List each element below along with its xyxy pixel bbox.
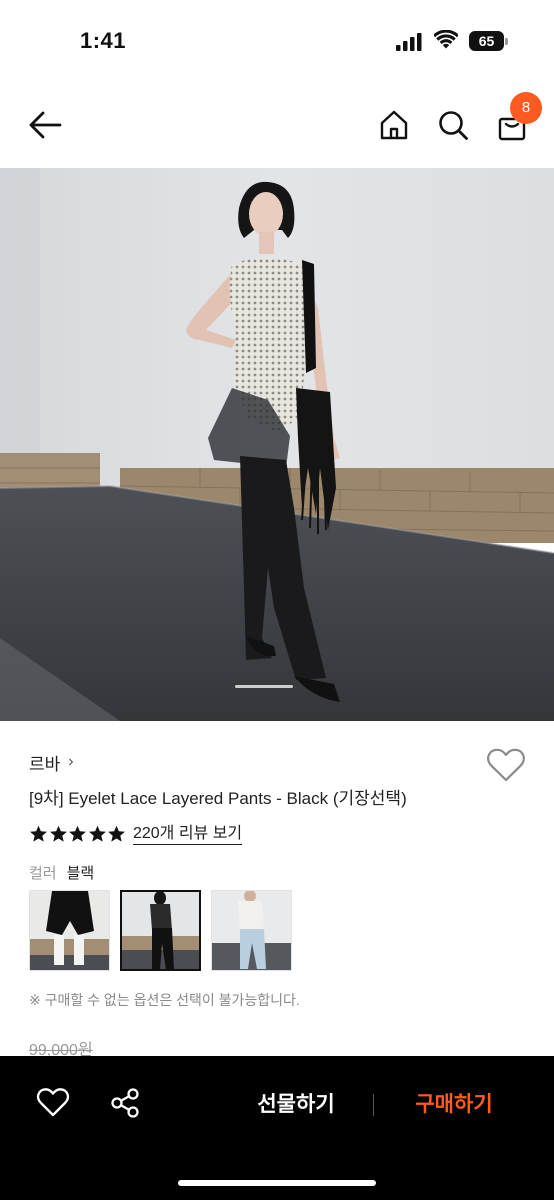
wifi-icon	[434, 30, 458, 49]
buy-button[interactable]: 구매하기	[398, 1088, 510, 1118]
home-button[interactable]	[374, 105, 414, 145]
star-rating	[29, 825, 127, 843]
search-button[interactable]	[433, 105, 473, 145]
option-value: 블랙	[66, 865, 95, 882]
status-bar: 1:41 65	[0, 0, 554, 84]
star-icon	[30, 825, 47, 842]
wishlist-button[interactable]	[486, 747, 526, 783]
product-image[interactable]	[0, 168, 554, 721]
cart-count-badge: 8	[510, 92, 542, 124]
gift-button[interactable]: 선물하기	[240, 1088, 352, 1118]
option-notice: ※ 구매할 수 없는 옵션은 선택이 불가능합니다.	[29, 992, 300, 1008]
status-time: 1:41	[80, 28, 127, 53]
share-button[interactable]	[108, 1086, 144, 1120]
bottom-action-bar: 선물하기 구매하기	[0, 1056, 554, 1200]
like-button[interactable]	[36, 1086, 72, 1120]
product-title: [9차] Eyelet Lace Layered Pants - Black (…	[29, 789, 407, 808]
star-icon	[49, 825, 67, 842]
star-icon	[69, 825, 87, 842]
home-indicator	[178, 1180, 376, 1186]
heart-icon	[36, 1088, 70, 1117]
search-icon	[439, 111, 468, 140]
divider	[373, 1094, 374, 1116]
signal-icon	[396, 33, 422, 51]
nav-header	[0, 84, 554, 168]
battery-icon: 65	[469, 31, 509, 51]
star-icon	[88, 825, 106, 842]
product-photo	[0, 168, 554, 721]
share-icon	[111, 1088, 139, 1118]
chevron-right-icon: ›	[68, 753, 74, 770]
brand-name: 르바	[29, 754, 61, 774]
option-label: 컬러 블랙	[29, 862, 94, 883]
brand-link[interactable]: 르바 ›	[29, 750, 74, 774]
star-icon	[108, 825, 126, 842]
option-name: 컬러	[29, 865, 57, 882]
slide-indicator	[235, 685, 293, 688]
heart-icon	[487, 748, 525, 782]
color-swatches	[29, 890, 302, 971]
back-button[interactable]	[25, 105, 65, 145]
swatch-white-shorts[interactable]	[29, 890, 110, 971]
review-link[interactable]: 220개 리뷰 보기	[132, 824, 243, 845]
swatch-light-blue-pants[interactable]	[211, 890, 292, 971]
swatch-black-pants[interactable]	[120, 890, 201, 971]
rating-row: 220개 리뷰 보기	[29, 822, 243, 846]
arrow-left-icon	[29, 111, 62, 139]
battery-level: 65	[478, 33, 495, 49]
home-icon	[380, 110, 408, 140]
